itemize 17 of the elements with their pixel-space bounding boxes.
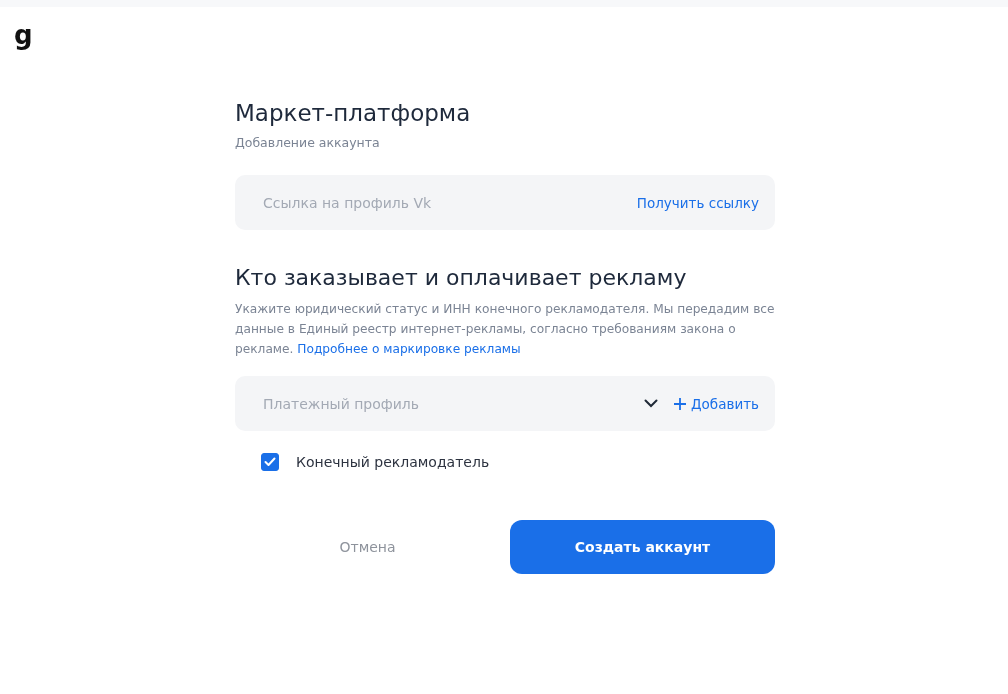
profile-link-field[interactable]: Ссылка на профиль Vk Получить ссылку	[235, 175, 775, 230]
get-link-link[interactable]: Получить ссылку	[636, 194, 759, 211]
page-subtitle: Добавление аккаунта	[235, 135, 381, 151]
checkbox-label: Конечный рекламодатель	[296, 454, 490, 470]
marking-info-link[interactable]: Подробнее о маркировке рекламы	[297, 342, 521, 356]
cancel-button[interactable]: Отмена	[235, 520, 500, 574]
create-account-button[interactable]: Создать аккаунт	[510, 520, 775, 574]
chevron-down-icon[interactable]	[644, 399, 659, 408]
logo: g	[14, 22, 33, 48]
section-heading: Кто заказывает и оплачивает рекламу	[235, 264, 688, 292]
add-button[interactable]: Добавить	[674, 395, 759, 412]
page-title: Маркет-платформа	[235, 99, 472, 128]
section-description: Укажите юридический статус и ИНН конечного рекламодателя. Мы передадим все данные в Единый реестр интернет-рекламы, согласно требованиям закона о рекламе. Подробнее о маркировке рекламы	[235, 301, 775, 358]
payment-profile-select[interactable]: Платежный профиль Добавить	[235, 376, 775, 431]
plus-icon	[674, 397, 687, 410]
check-icon	[264, 457, 276, 467]
checkbox[interactable]	[261, 453, 279, 471]
